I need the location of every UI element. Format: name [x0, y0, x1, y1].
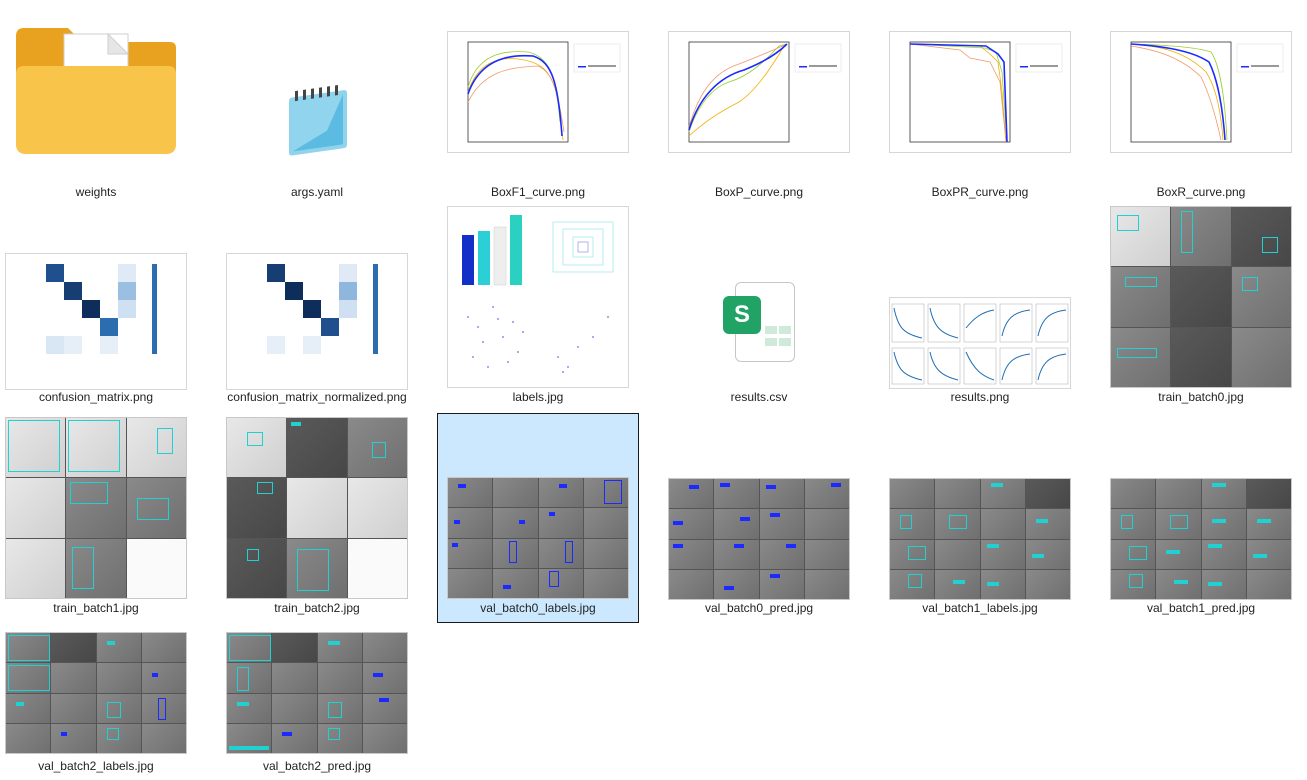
file-name: labels.jpg	[512, 390, 564, 404]
image-thumbnail	[448, 478, 628, 598]
file-name: train_batch0.jpg	[1158, 390, 1244, 404]
file-name: val_batch2_pred.jpg	[262, 759, 372, 773]
file-item-labels[interactable]: labels.jpg	[437, 205, 639, 413]
file-item-val-batch1-pred[interactable]: val_batch1_pred.jpg	[1100, 416, 1302, 624]
file-name: args.yaml	[290, 185, 343, 199]
file-name: val_batch2_labels.jpg	[38, 759, 154, 773]
image-thumbnail	[1111, 207, 1291, 387]
file-item-val-batch2-pred[interactable]: val_batch2_pred.jpg	[216, 572, 418, 780]
image-thumbnail	[448, 32, 628, 152]
image-thumbnail	[1111, 479, 1291, 599]
file-item-val-batch2-labels[interactable]: val_batch2_labels.jpg	[0, 572, 197, 780]
file-name: confusion_matrix_normalized.png	[227, 390, 407, 404]
file-item-boxpr-curve[interactable]: BoxPR_curve.png	[879, 0, 1081, 208]
notepad-icon	[289, 85, 347, 156]
file-item-confusion-matrix-normalized[interactable]: confusion_matrix_normalized.png	[216, 205, 418, 413]
file-item-train-batch0[interactable]: train_batch0.jpg	[1100, 205, 1302, 413]
image-thumbnail	[227, 253, 407, 389]
file-item-results-png[interactable]: results.png	[879, 205, 1081, 413]
file-name: BoxPR_curve.png	[931, 185, 1029, 199]
file-name: weights	[75, 185, 117, 199]
file-name: results.png	[950, 390, 1010, 404]
file-name: val_batch1_labels.jpg	[922, 601, 1038, 615]
file-name: val_batch0_pred.jpg	[704, 601, 814, 615]
file-name: confusion_matrix.png	[38, 390, 154, 404]
image-thumbnail	[890, 298, 1070, 388]
file-item-val-batch0-pred[interactable]: val_batch0_pred.jpg	[658, 416, 860, 624]
image-thumbnail	[669, 32, 849, 152]
image-thumbnail	[6, 418, 186, 598]
spreadsheet-icon: S	[719, 282, 799, 362]
file-name: BoxR_curve.png	[1156, 185, 1246, 199]
file-item-boxf1-curve[interactable]: BoxF1_curve.png	[437, 0, 639, 208]
file-item-args[interactable]: args.yaml	[216, 0, 418, 208]
file-item-boxr-curve[interactable]: BoxR_curve.png	[1100, 0, 1302, 208]
file-name: val_batch0_labels.jpg	[480, 601, 596, 615]
image-thumbnail	[448, 207, 628, 387]
file-item-results-csv[interactable]: S results.csv	[658, 205, 860, 413]
image-thumbnail	[1111, 32, 1291, 152]
spreadsheet-letter: S	[723, 296, 761, 334]
image-thumbnail	[227, 418, 407, 598]
image-thumbnail	[6, 253, 186, 389]
file-item-val-batch1-labels[interactable]: val_batch1_labels.jpg	[879, 416, 1081, 624]
file-grid: weights args.yaml BoxF1_curve.png BoxP_c…	[0, 0, 1307, 780]
image-thumbnail	[890, 32, 1070, 152]
image-thumbnail	[227, 633, 407, 753]
file-item-confusion-matrix[interactable]: confusion_matrix.png	[0, 205, 197, 413]
file-name: BoxP_curve.png	[714, 185, 804, 199]
image-thumbnail	[890, 479, 1070, 599]
file-name: results.csv	[730, 390, 788, 404]
file-name: BoxF1_curve.png	[490, 185, 586, 199]
file-item-val-batch0-labels[interactable]: val_batch0_labels.jpg	[437, 413, 639, 623]
image-thumbnail	[6, 633, 186, 753]
file-item-boxp-curve[interactable]: BoxP_curve.png	[658, 0, 860, 208]
folder-icon	[16, 28, 176, 154]
file-item-weights[interactable]: weights	[0, 0, 197, 208]
image-thumbnail	[669, 479, 849, 599]
file-name: val_batch1_pred.jpg	[1146, 601, 1256, 615]
